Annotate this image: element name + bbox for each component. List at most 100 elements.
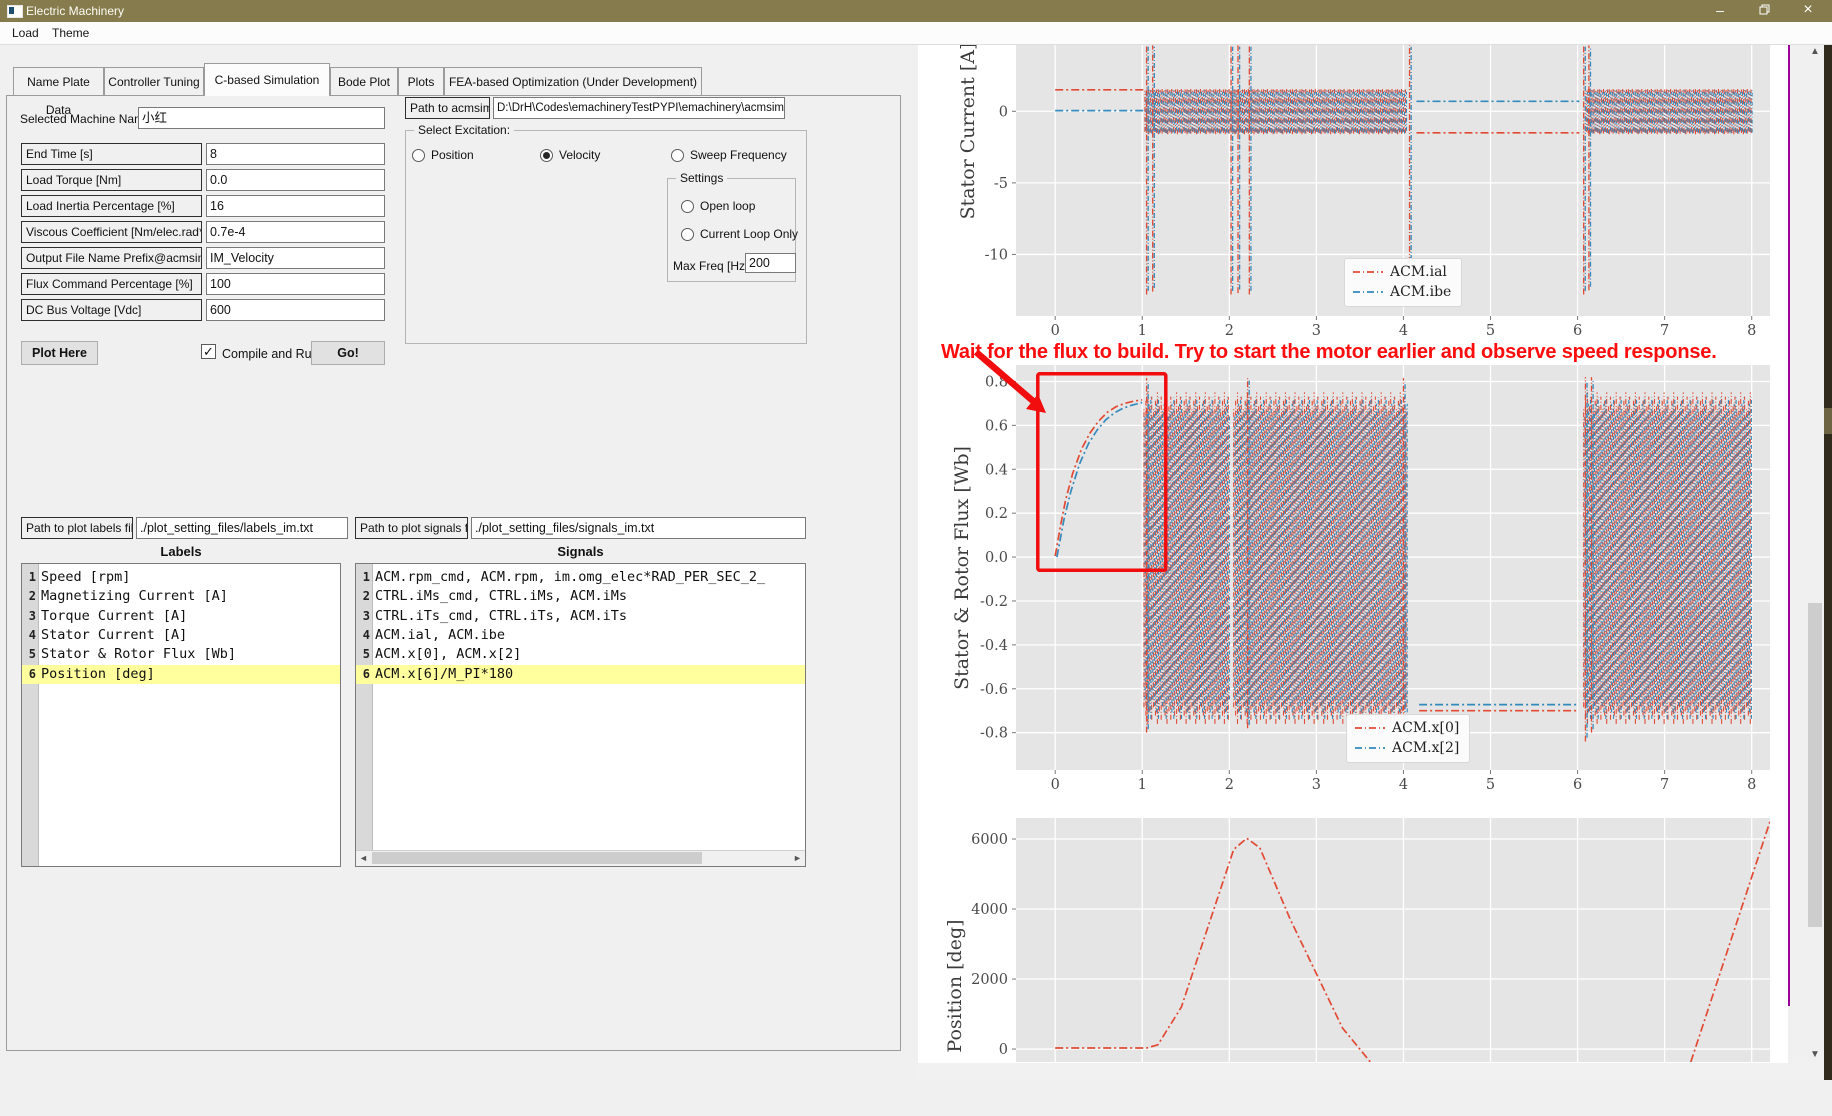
path-to-plot-signals-file-label: Path to plot signals file — [355, 517, 468, 539]
line-number: 4 — [28, 627, 36, 642]
radio-label-open-loop: Open loop — [700, 199, 756, 213]
tab-fea-based-optimization-under-development[interactable]: FEA-based Optimization (Under Developmen… — [444, 67, 702, 95]
line-text: Magnetizing Current [A] — [41, 588, 228, 605]
param-input-4[interactable]: IM_Velocity — [206, 247, 385, 269]
radio-excitation-sweep-frequency[interactable] — [671, 149, 684, 162]
param-input-0[interactable]: 8 — [206, 143, 385, 165]
signalsEditor-line-1[interactable]: 1 ACM.rpm_cmd, ACM.rpm, im.omg_elec*RAD_P… — [356, 568, 805, 587]
line-number: 2 — [28, 589, 36, 604]
tab-controller-tuning[interactable]: Controller Tuning — [104, 67, 204, 95]
legend-line-sample — [1355, 747, 1385, 749]
labelsEditor-line-6[interactable]: 6 Position [deg] — [22, 664, 340, 684]
go-button[interactable]: Go! — [311, 341, 385, 365]
param-label-1: Load Torque [Nm] — [21, 169, 202, 191]
line-number: 1 — [362, 570, 370, 584]
radio-label-velocity: Velocity — [559, 148, 601, 162]
signalsEditor-line-2[interactable]: 2 CTRL.iMs_cmd, CTRL.iMs, ACM.iMs — [356, 587, 805, 606]
flux-annotation-text: Wait for the flux to build. Try to start… — [941, 341, 1717, 363]
path-to-acmsimc-label: Path to acmsimc — [405, 97, 490, 119]
plot-here-button[interactable]: Plot Here — [21, 341, 98, 365]
line-number: 3 — [28, 608, 36, 623]
figure-background — [918, 44, 1788, 1063]
line-number: 2 — [362, 589, 370, 604]
compile-and-run-checkbox[interactable]: ✓ — [201, 344, 216, 359]
line-text: Torque Current [A] — [41, 607, 188, 624]
signals-editor-title: Signals — [557, 544, 604, 559]
legend-chart-2: ACM.x[0] ACM.x[2] — [1346, 714, 1471, 763]
labelsEditor-line-5[interactable]: 5 Stator & Rotor Flux [Wb] — [22, 645, 340, 664]
hscroll-left-arrow-icon[interactable]: ◄ — [356, 851, 371, 865]
tab-plots[interactable]: Plots — [398, 67, 444, 95]
legend-label: ACM.x[0] — [1392, 720, 1460, 736]
param-label-6: DC Bus Voltage [Vdc] — [21, 299, 202, 321]
title-bar: Electric Machinery – × — [0, 0, 1832, 22]
signalsEditor-line-3[interactable]: 3 CTRL.iTs_cmd, CTRL.iTs, ACM.iTs — [356, 607, 805, 626]
line-text: ACM.rpm_cmd, ACM.rpm, im.omg_elec*RAD_PE… — [375, 569, 766, 585]
legend-label: ACM.ial — [1390, 264, 1447, 280]
param-input-6[interactable]: 600 — [206, 299, 385, 321]
line-number: 6 — [362, 666, 370, 681]
param-input-1[interactable]: 0.0 — [206, 169, 385, 191]
radio-settings-open-loop[interactable] — [681, 200, 694, 213]
tab-name-plate-data[interactable]: Name Plate Data — [13, 67, 104, 117]
labelsEditor-line-1[interactable]: 1 Speed [rpm] — [22, 568, 340, 587]
menu-theme[interactable]: Theme — [44, 22, 97, 44]
scroll-up-arrow-icon[interactable]: ▲ — [1806, 44, 1824, 60]
hscroll-right-arrow-icon[interactable]: ► — [790, 851, 805, 865]
line-text: Speed [rpm] — [41, 569, 131, 585]
vertical-scrollbar-thumb[interactable] — [1808, 603, 1822, 927]
signalsEditor-line-4[interactable]: 4 ACM.ial, ACM.ibe — [356, 626, 805, 645]
max-freq-label: Max Freq [Hz] — [673, 259, 749, 273]
radio-excitation-velocity[interactable] — [540, 149, 553, 162]
labelsEditor-line-3[interactable]: 3 Torque Current [A] — [22, 607, 340, 626]
signals-editor[interactable]: ◄ ► 1 ACM.rpm_cmd, ACM.rpm, im.omg_elec*R… — [355, 563, 806, 867]
close-button[interactable]: × — [1786, 0, 1830, 22]
param-input-2[interactable]: 16 — [206, 195, 385, 217]
hscroll-thumb[interactable] — [372, 852, 702, 864]
labelsEditor-line-2[interactable]: 2 Magnetizing Current [A] — [22, 587, 340, 606]
param-label-2: Load Inertia Percentage [%] — [21, 195, 202, 217]
signals-editor-hscrollbar[interactable]: ◄ ► — [356, 850, 805, 866]
line-number: 4 — [362, 627, 370, 642]
legend-entry: ACM.x[2] — [1355, 738, 1459, 758]
tab-c-based-simulation[interactable]: C-based Simulation — [204, 63, 330, 96]
signalsEditor-line-5[interactable]: 5 ACM.x[0], ACM.x[2] — [356, 645, 805, 664]
max-freq-input[interactable]: 200 — [745, 253, 796, 273]
radio-label-position: Position — [431, 148, 474, 162]
settings-title: Settings — [676, 171, 728, 185]
param-input-3[interactable]: 0.7e-4 — [206, 221, 385, 243]
radio-excitation-position[interactable] — [412, 149, 425, 162]
line-text: CTRL.iTs_cmd, CTRL.iTs, ACM.iTs — [375, 607, 627, 624]
scroll-down-arrow-icon[interactable]: ▼ — [1806, 1047, 1824, 1063]
desktop-edge-strip — [1824, 22, 1832, 1080]
line-text: ACM.x[6]/M_PI*180 — [375, 665, 514, 682]
labels-file-path-input[interactable]: ./plot_setting_files/labels_im.txt — [136, 517, 348, 539]
labelsEditor-line-4[interactable]: 4 Stator Current [A] — [22, 626, 340, 645]
line-text: Stator Current [A] — [41, 626, 188, 643]
legend-label: ACM.ibe — [1390, 284, 1452, 300]
radio-settings-current-loop-only[interactable] — [681, 228, 694, 241]
menu-load[interactable]: Load — [4, 22, 47, 44]
param-input-5[interactable]: 100 — [206, 273, 385, 295]
param-label-4: Output File Name Prefix@acmsimc — [21, 247, 202, 269]
desktop-edge-accent — [1824, 408, 1832, 434]
figure-right-border — [1788, 44, 1790, 1006]
labels-editor[interactable]: 1 Speed [rpm] 2 Magnetizing Current [A] 3 Tor… — [21, 563, 341, 867]
labels-editor-title: Labels — [160, 544, 202, 559]
line-number: 5 — [362, 647, 370, 662]
legend-line-sample — [1355, 727, 1385, 729]
line-text: Position [deg] — [41, 665, 155, 682]
machine-name-input[interactable]: 小红 — [138, 107, 385, 129]
line-text: ACM.ial, ACM.ibe — [375, 626, 506, 643]
legend-entry: ACM.ibe — [1353, 282, 1451, 302]
line-number: 6 — [28, 666, 36, 681]
restore-icon — [1759, 4, 1769, 15]
line-text: ACM.x[0], ACM.x[2] — [375, 646, 522, 663]
minimize-button[interactable]: – — [1698, 0, 1742, 22]
signals-file-path-input[interactable]: ./plot_setting_files/signals_im.txt — [471, 517, 806, 539]
legend-label: ACM.x[2] — [1392, 740, 1460, 756]
signalsEditor-line-6[interactable]: 6 ACM.x[6]/M_PI*180 — [356, 664, 805, 684]
tab-bode-plot[interactable]: Bode Plot — [330, 67, 398, 95]
restore-button[interactable] — [1742, 0, 1786, 22]
acmsimc-path-input[interactable]: D:\DrH\Codes\emachineryTestPYPI\emachine… — [493, 97, 785, 119]
